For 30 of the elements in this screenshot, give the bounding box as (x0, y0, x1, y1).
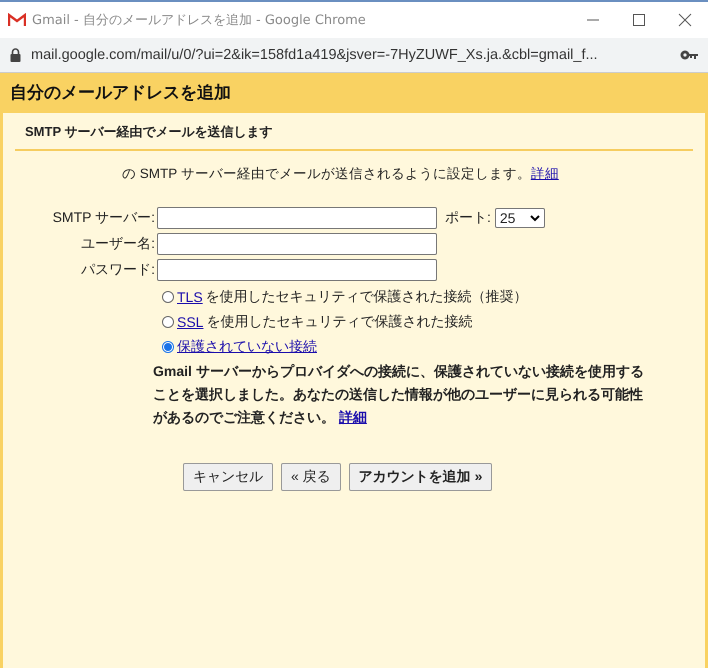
description-text: の SMTP サーバー経由でメールが送信されるように設定します。詳細 (122, 165, 560, 183)
field-label: ポート: (445, 209, 491, 227)
details-link[interactable]: 詳細 (338, 409, 367, 425)
option-link[interactable]: SSL (177, 314, 204, 330)
dialog-button[interactable]: « 戻る (281, 463, 341, 491)
radio-button[interactable] (162, 341, 174, 353)
caret-icon (530, 214, 540, 222)
details-link[interactable]: 詳細 (530, 166, 559, 181)
field-label: SMTP サーバー: (52, 209, 155, 227)
warning-text: Gmail サーバーからプロバイダへの接続に、保護されていない接続を使用することを選択しました。あなたの送信した情報が他のユーザーに見られる可能性があるのでご注意ください。 詳細 (153, 362, 645, 427)
section-heading: SMTP サーバー経由でメールを送信します (15, 113, 693, 151)
input-field[interactable] (157, 207, 437, 229)
radio-button[interactable] (162, 316, 174, 328)
option-label: を使用したセキュリティで保護された接続（推奨） (206, 288, 528, 306)
port-dropdown[interactable]: 25 (494, 208, 545, 228)
key-icon[interactable] (680, 50, 698, 60)
option-link[interactable]: TLS (177, 289, 203, 305)
dialog-title: 自分のメールアドレスを追加 (0, 73, 708, 113)
field-label: ユーザー名: (80, 235, 155, 253)
option-label: を使用したセキュリティで保護された接続 (206, 313, 472, 331)
dialog-button[interactable]: アカウントを追加 » (348, 463, 492, 491)
input-field[interactable] (157, 233, 437, 255)
radio-button[interactable] (162, 291, 174, 303)
mail-icon (8, 13, 26, 27)
input-field[interactable] (157, 259, 437, 281)
window-title: Gmail - 自分のメールアドレスを追加 - Google Chrome (32, 12, 367, 29)
field-label: パスワード: (80, 261, 155, 279)
lock-icon (10, 48, 21, 62)
dialog-button[interactable]: キャンセル (183, 463, 273, 491)
option-link[interactable]: 保護されていない接続 (177, 338, 317, 356)
